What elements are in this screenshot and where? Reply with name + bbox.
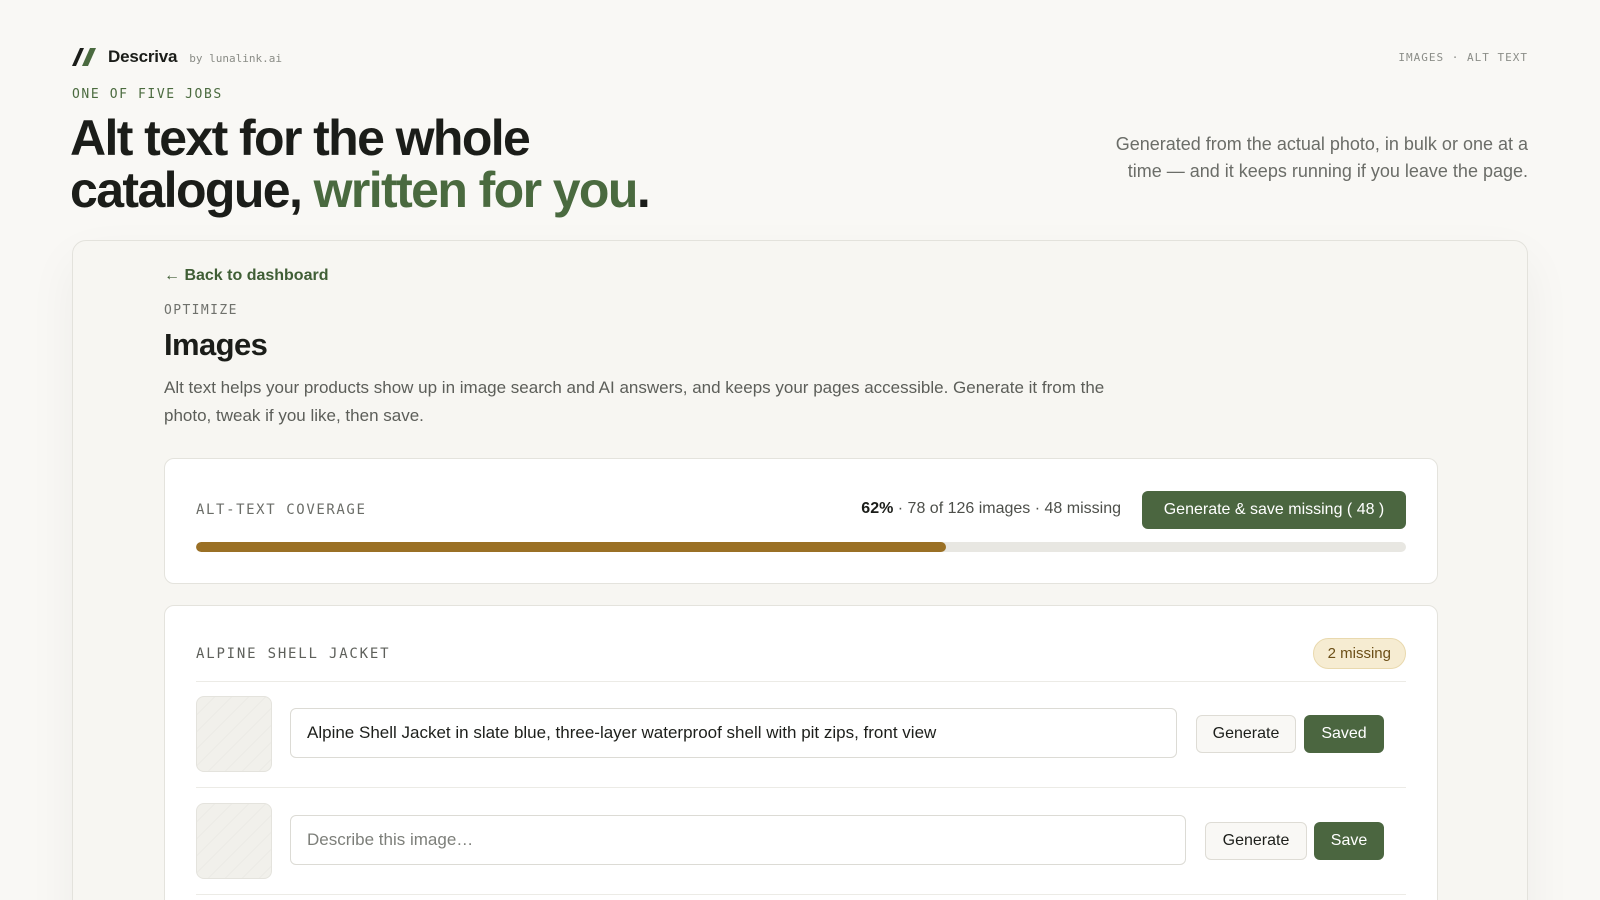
- alt-text-input[interactable]: [290, 708, 1177, 758]
- save-button[interactable]: Save: [1314, 822, 1384, 860]
- brand-byline: by lunalink.ai: [189, 51, 283, 65]
- product-title: ALPINE SHELL JACKET: [196, 646, 391, 662]
- page-title: Images: [164, 327, 268, 362]
- section-eyebrow: OPTIMIZE: [164, 303, 238, 318]
- brand-name: Descriva: [108, 47, 178, 66]
- generate-button[interactable]: Generate: [1196, 715, 1296, 753]
- coverage-card: ALT-TEXT COVERAGE 62% · 78 of 126 images…: [164, 458, 1438, 584]
- product-card: ALPINE SHELL JACKET 2 missing Generate S…: [164, 605, 1438, 900]
- headline-accent: written for you: [313, 162, 639, 218]
- images-panel: ← Back to dashboard OPTIMIZE Images Alt …: [72, 240, 1528, 900]
- hero-lede: Generated from the actual photo, in bulk…: [1115, 134, 1528, 181]
- image-thumbnail[interactable]: [196, 803, 272, 879]
- divider: [196, 681, 1406, 682]
- image-thumbnail[interactable]: [196, 696, 272, 772]
- coverage-stats: 62% · 78 of 126 images · 48 missing: [861, 500, 1121, 518]
- image-row: Generate Saved: [196, 696, 1406, 772]
- headline-line-2: catalogue,: [70, 162, 314, 218]
- coverage-counts: · 78 of 126 images · 48 missing: [893, 500, 1121, 517]
- breadcrumb: IMAGES · ALT TEXT: [1398, 50, 1528, 64]
- coverage-percent: 62%: [861, 500, 894, 517]
- descriva-logo-icon: [72, 48, 96, 66]
- coverage-label: ALT-TEXT COVERAGE: [196, 502, 367, 518]
- generate-button[interactable]: Generate: [1205, 822, 1307, 860]
- saved-button[interactable]: Saved: [1304, 715, 1384, 753]
- hero-eyebrow: ONE OF FIVE JOBS: [72, 87, 223, 102]
- top-bar: Descriva by lunalink.ai IMAGES · ALT TEX…: [72, 44, 1528, 70]
- divider: [196, 787, 1406, 788]
- page-description: Alt text helps your products show up in …: [164, 378, 1105, 425]
- back-to-dashboard-link[interactable]: ← Back to dashboard: [164, 267, 328, 285]
- missing-badge: 2 missing: [1312, 638, 1406, 669]
- coverage-progress-fill: [196, 542, 947, 552]
- alt-text-input[interactable]: [290, 815, 1186, 865]
- headline-line-1: Alt text for the whole: [70, 110, 531, 166]
- headline-period: .: [636, 162, 651, 218]
- coverage-progress-bar: [196, 542, 1406, 552]
- generate-save-missing-button[interactable]: Generate & save missing ( 48 ): [1142, 491, 1406, 529]
- divider: [196, 894, 1406, 895]
- hero-headline: Alt text for the whole catalogue, writte…: [70, 112, 830, 216]
- image-row: Generate Save: [196, 803, 1406, 879]
